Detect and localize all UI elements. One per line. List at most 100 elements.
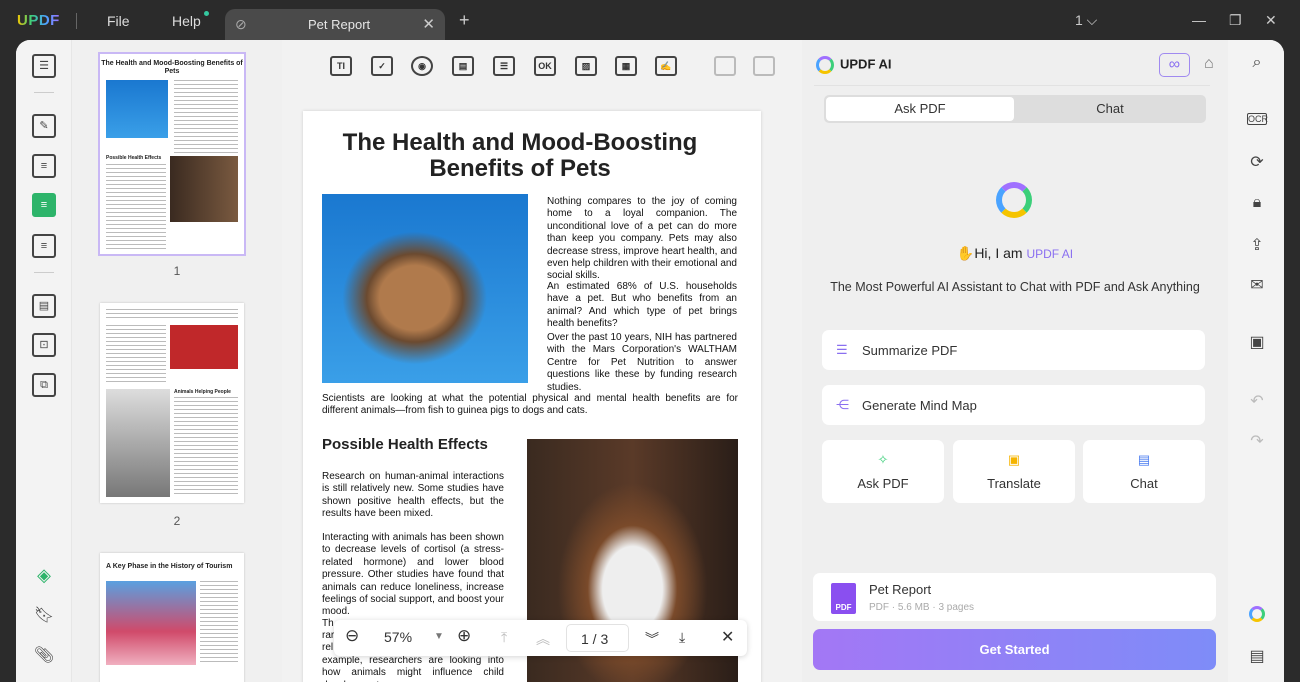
tab-chat[interactable]: Chat	[1016, 97, 1204, 121]
comment-icon[interactable]: ✎	[32, 114, 56, 138]
zoom-level[interactable]: 57%	[384, 629, 412, 645]
divider	[814, 85, 1210, 86]
last-page-button[interactable]: ⤓	[679, 629, 685, 646]
convert-icon[interactable]: ⧉	[32, 373, 56, 397]
layers-icon[interactable]: ◈	[32, 565, 56, 589]
main-window: ☰ ✎ ≡ ≡ ≡ ▤ ⊡ ⧉ ◈ 🔖︎ 📎︎ The Health and M…	[16, 40, 1284, 682]
date-tool[interactable]: ▦	[615, 56, 637, 76]
thumbnail-page-1[interactable]: The Health and Mood-Boosting Benefits of…	[98, 52, 246, 256]
greeting: ✋Hi, I am UPDF AI	[956, 245, 1074, 261]
close-bar-button[interactable]: ✕	[721, 627, 734, 647]
form-icon[interactable]: ≡	[32, 193, 56, 217]
paragraph: An estimated 68% of U.S. households have…	[547, 281, 737, 330]
chat-icon: ▤	[1137, 452, 1151, 467]
protect-icon[interactable]: 🔒︎	[1247, 194, 1267, 212]
new-tab-button[interactable]: +	[459, 10, 470, 31]
zoom-out-button[interactable]: ⊖	[345, 626, 359, 646]
dog-image	[170, 156, 238, 222]
clear-brush-icon[interactable]: ⌂	[1204, 55, 1214, 73]
ai-title: UPDF AI	[840, 56, 892, 72]
ask-pdf-tile[interactable]: ✧ Ask PDF	[822, 440, 944, 503]
save-icon[interactable]: ▣	[1247, 332, 1267, 352]
zoom-dropdown-icon[interactable]: ▼	[434, 631, 444, 642]
divider	[34, 92, 54, 93]
bookmark-icon[interactable]: 🔖︎	[32, 606, 56, 630]
list-box-tool[interactable]: ☰	[493, 56, 515, 76]
duplicate-icon[interactable]	[714, 56, 736, 76]
organize-pages-icon[interactable]: ▤	[32, 294, 56, 318]
chat-tile[interactable]: ▤ Chat	[1083, 440, 1205, 503]
page-input[interactable]: 1 / 3	[566, 624, 629, 652]
undo-icon[interactable]: ↶	[1247, 391, 1267, 411]
paragraph-fragment: rar	[322, 630, 335, 641]
menu-help[interactable]: Help	[172, 13, 201, 29]
generate-mind-map-button[interactable]: ⋲ Generate Mind Map	[822, 385, 1205, 425]
menu-file[interactable]: File	[107, 13, 130, 29]
summarize-pdf-button[interactable]: ☰ Summarize PDF	[822, 330, 1205, 370]
checkbox-tool[interactable]: ✓	[371, 56, 393, 76]
updf-ai-logo-icon	[816, 56, 834, 74]
action-label: Summarize PDF	[862, 343, 958, 358]
greeting-text: Hi, I am	[974, 245, 1027, 261]
attachment-icon[interactable]: 📎︎	[32, 646, 56, 670]
reader-icon[interactable]: ☰	[32, 54, 56, 78]
text-lines	[106, 325, 166, 385]
left-tool-rail: ☰ ✎ ≡ ≡ ≡ ▤ ⊡ ⧉ ◈ 🔖︎ 📎︎	[16, 40, 72, 682]
tab-pet-report[interactable]: ⊘ Pet Report ✕	[225, 9, 445, 40]
text-lines	[174, 397, 238, 497]
previous-page-button[interactable]: ︽	[536, 629, 550, 649]
first-page-button[interactable]: ⤒	[501, 629, 507, 646]
button-tool[interactable]: OK	[534, 56, 556, 76]
infinity-icon[interactable]: ∞	[1159, 53, 1190, 77]
image-tool[interactable]: ▨	[575, 56, 597, 76]
thumbnail-page-3[interactable]: A Key Phase in the History of Tourism	[100, 553, 244, 682]
pdf-page: The Health and Mood-Boosting Benefits of…	[303, 111, 761, 682]
divider	[34, 272, 54, 273]
signature-tool[interactable]: ✍	[655, 56, 677, 76]
text-lines	[106, 309, 238, 321]
paragraph-fragment: Th	[322, 618, 334, 629]
paragraph: Scientists are looking at what the poten…	[322, 393, 738, 417]
crop-icon[interactable]: ⊡	[32, 333, 56, 357]
tab-ask-pdf[interactable]: Ask PDF	[826, 97, 1014, 121]
minimize-button[interactable]: —	[1192, 12, 1206, 28]
text-lines	[174, 80, 238, 154]
text-lines	[200, 581, 238, 665]
zoom-in-button[interactable]: ⊕	[457, 626, 471, 646]
thumb-title: The Health and Mood-Boosting Benefits of…	[101, 60, 243, 75]
comment-list-icon[interactable]: ▤	[1247, 646, 1267, 666]
translate-tile[interactable]: ▣ Translate	[953, 440, 1075, 503]
paragraph: Over the past 10 years, NIH has partnere…	[547, 332, 737, 393]
file-meta: PDF · 5.6 MB · 3 pages	[869, 602, 975, 613]
pdf-file-icon: PDF	[831, 583, 856, 614]
cat-image	[106, 80, 168, 138]
close-window-button[interactable]: ✕	[1265, 12, 1277, 29]
edit-pdf-icon[interactable]: ≡	[32, 154, 56, 178]
updf-logo: UPDF	[17, 12, 60, 29]
thumb-title: A Key Phase in the History of Tourism	[106, 563, 233, 570]
align-icon[interactable]	[753, 56, 775, 76]
cloud-off-icon: ⊘	[235, 16, 247, 32]
email-icon[interactable]: ✉	[1247, 275, 1267, 295]
convert-file-icon[interactable]: ⟳	[1247, 152, 1267, 172]
redo-icon[interactable]: ↷	[1247, 431, 1267, 451]
search-icon[interactable]: ⌕	[1247, 54, 1267, 72]
restore-button[interactable]: ❐	[1229, 12, 1242, 29]
get-started-button[interactable]: Get Started	[813, 629, 1216, 670]
radio-button-tool[interactable]: ◉	[411, 56, 433, 76]
page-indicator[interactable]: 1 ⌵	[1075, 12, 1097, 29]
fill-sign-icon[interactable]: ≡	[32, 234, 56, 258]
ocr-icon[interactable]: OCR	[1247, 113, 1268, 125]
text-lines	[106, 164, 166, 250]
close-tab-icon[interactable]: ✕	[422, 15, 435, 33]
next-page-button[interactable]: ︾	[645, 629, 659, 649]
paragraph: Nothing compares to the joy of coming ho…	[547, 196, 737, 282]
zoom-navigation-bar: ⊖ 57% ▼ ⊕ ⤒ ︽ 1 / 3 ︾ ⤓ ✕	[334, 620, 747, 656]
ai-panel: UPDF AI ∞ ⌂ Ask PDF Chat ✋Hi, I am UPDF …	[802, 40, 1228, 682]
thumbnail-page-2[interactable]: Animals Helping People	[100, 303, 244, 503]
dropdown-tool[interactable]: ▤	[452, 56, 474, 76]
share-icon[interactable]: ⇪	[1247, 235, 1267, 255]
text-field-tool[interactable]: TI	[330, 56, 352, 76]
updf-ai-icon[interactable]	[1247, 605, 1267, 623]
action-label: Generate Mind Map	[862, 398, 977, 413]
